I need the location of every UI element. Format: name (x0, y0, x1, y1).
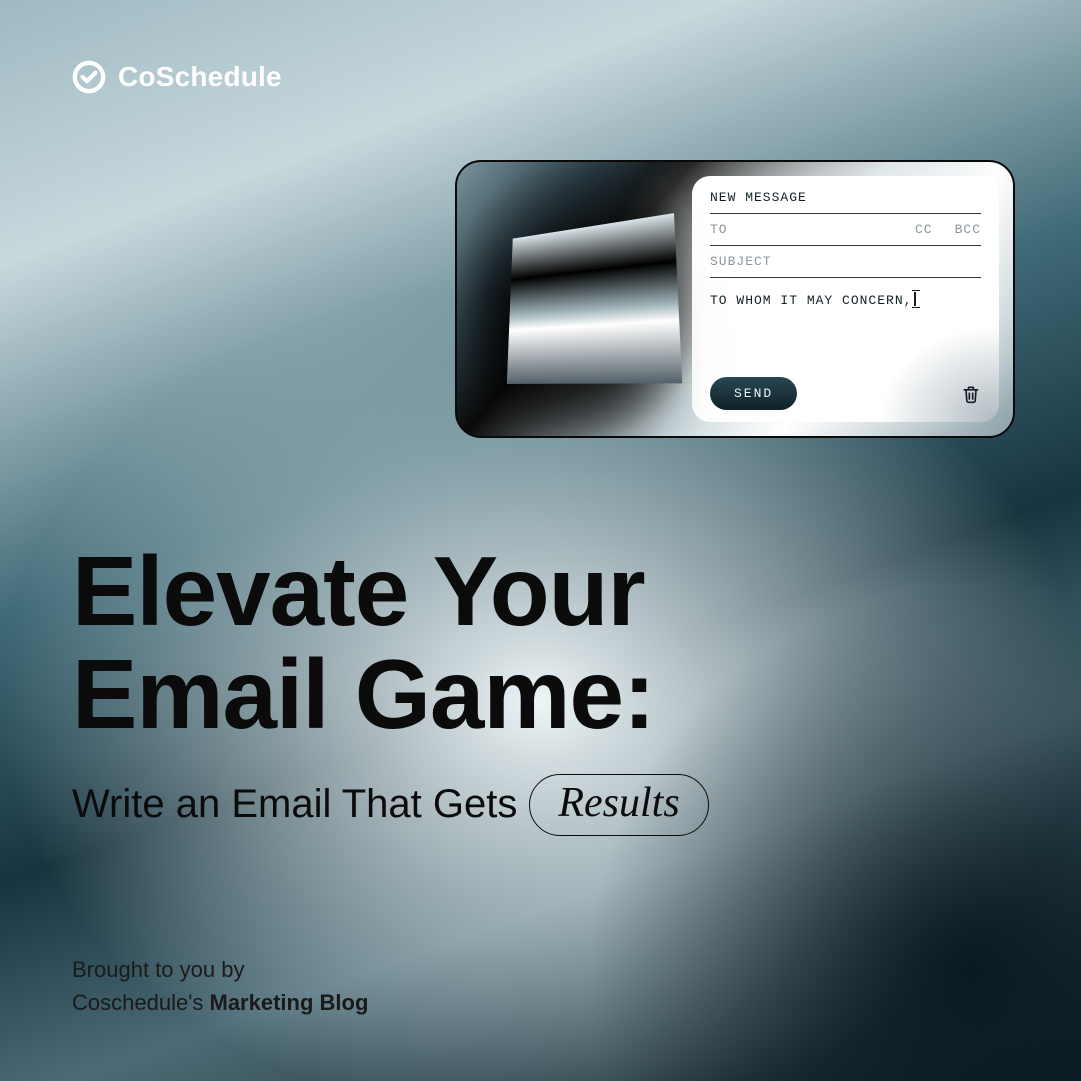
hero-title-line1: Elevate Your (72, 540, 1009, 643)
brand-name: CoSchedule (118, 61, 282, 93)
footer-line1: Brought to you by (72, 953, 368, 986)
hero-subtitle: Write an Email That Gets Results (72, 774, 1009, 836)
compose-panel: NEW MESSAGE TO CC BCC SUBJECT TO WHOM IT… (692, 176, 999, 422)
to-label: TO (710, 222, 728, 237)
trash-icon[interactable] (961, 383, 981, 405)
coschedule-logo-icon (72, 60, 106, 94)
cc-label[interactable]: CC (915, 222, 933, 237)
hero-title: Elevate Your Email Game: (72, 540, 1009, 746)
footer-line2: Coschedule's Marketing Blog (72, 986, 368, 1019)
hero-subtitle-pill: Results (529, 774, 708, 836)
send-button[interactable]: SEND (710, 377, 797, 410)
compose-footer: SEND (710, 377, 981, 410)
compose-card: NEW MESSAGE TO CC BCC SUBJECT TO WHOM IT… (455, 160, 1015, 438)
subject-field[interactable]: SUBJECT (710, 245, 981, 278)
hero-title-line2: Email Game: (72, 643, 1009, 746)
compose-title: NEW MESSAGE (710, 190, 981, 213)
compose-art (457, 162, 692, 436)
compose-body-text: TO WHOM IT MAY CONCERN, (710, 293, 912, 308)
text-cursor-icon (914, 292, 916, 306)
to-field-row[interactable]: TO CC BCC (710, 213, 981, 245)
hero: Elevate Your Email Game: Write an Email … (72, 540, 1009, 836)
footer-line2-pre: Coschedule's (72, 990, 210, 1015)
compose-body[interactable]: TO WHOM IT MAY CONCERN, (710, 278, 981, 377)
bcc-label[interactable]: BCC (955, 222, 981, 237)
brand-logo: CoSchedule (72, 60, 282, 94)
footer: Brought to you by Coschedule's Marketing… (72, 953, 368, 1019)
hero-subtitle-pre: Write an Email That Gets (72, 782, 517, 827)
footer-line2-strong: Marketing Blog (210, 990, 369, 1015)
